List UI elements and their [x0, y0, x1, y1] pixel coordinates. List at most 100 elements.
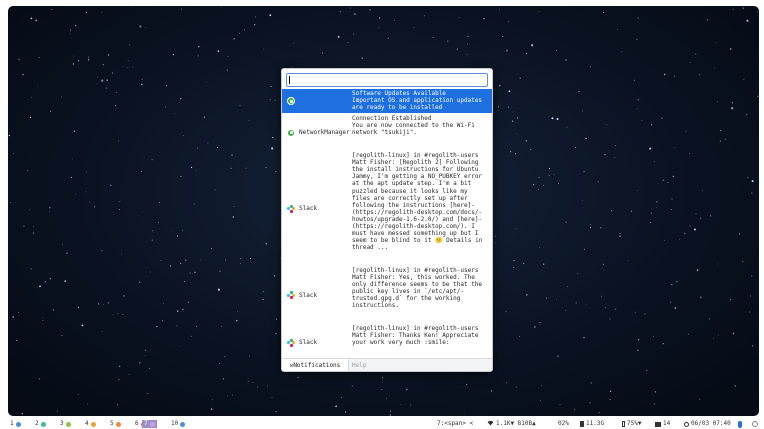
notification-message: [regolith-linux] in #regolith-users Matt …	[352, 267, 490, 309]
notification-line: only difference seems to be that the	[352, 281, 483, 289]
battery-value: 75%▼	[627, 420, 642, 427]
notification-app-name: Slack	[299, 339, 318, 347]
notification-line: [regolith-linux] in #regolith-users	[352, 152, 479, 160]
notification-line: [regolith-linux] in #regolith-users	[352, 325, 479, 333]
workspace-dot-icon	[90, 421, 96, 427]
memory-icon	[580, 421, 584, 427]
workspace-dot-icon	[180, 421, 186, 427]
notification-line: Jammy, I'm getting a NO_PUBKEY error	[352, 173, 483, 181]
notification-item[interactable]: Slack [regolith-linux] in #regolith-users…	[282, 151, 492, 266]
notification-line: Matt Fisher: Thanks Ken! Appreciate	[352, 332, 479, 340]
notification-count[interactable]: 14	[655, 420, 670, 428]
workspace-label: 3	[60, 420, 64, 427]
notification-line: (https://regolith-desktop.com/). I	[352, 222, 475, 230]
workspace-label: 2	[35, 420, 39, 427]
notification-line: Connection Established	[352, 115, 432, 123]
workspace-10[interactable]: 10	[171, 420, 186, 428]
workspace-7[interactable]: 7	[142, 420, 157, 428]
notification-line: You are now connected to the Wi-Fi	[352, 122, 475, 130]
notification-app-name: Slack	[299, 291, 318, 299]
workspace-label: 7	[144, 420, 148, 427]
clock-icon	[684, 421, 689, 427]
network-status: 1.1K▼ 810B▲	[487, 420, 536, 428]
notification-line: instructions.	[352, 302, 399, 310]
status-bar: 1 2 3 4 5 6 7 10 7:<span> < 1.1K▼ 810B▲ 02% 11.…	[0, 419, 764, 429]
desktop-wallpaper: Software Updates Available Important OS a…	[8, 6, 759, 416]
window-title: 7:<span> <	[437, 420, 474, 427]
notification-line: network "tsukiji".	[352, 129, 418, 137]
notification-item[interactable]: Slack [regolith-linux] in #regolith-users…	[282, 324, 492, 353]
workspace-dot-icon	[40, 421, 46, 427]
notification-app: Slack	[287, 204, 318, 213]
notification-line: Matt Fisher: [Regolith 2] Following	[352, 159, 479, 167]
workspace-dot-icon	[65, 421, 71, 427]
notification-line: are ready to be installed	[352, 104, 443, 112]
battery-icon	[622, 421, 625, 427]
notification-app: Slack	[287, 338, 318, 347]
launcher-tabs: ✉Notifications Help	[282, 358, 492, 371]
notification-line: Matt Fisher: Yes, this worked. The	[352, 274, 475, 282]
workspace-5[interactable]: 5	[110, 420, 121, 428]
bluetooth-icon[interactable]	[738, 420, 742, 428]
notification-line: thread ...	[352, 243, 389, 251]
battery-status: 75%▼	[622, 420, 641, 428]
workspace-dot-icon	[149, 421, 155, 427]
tab-notifications[interactable]: ✉Notifications	[282, 359, 349, 371]
notification-line: at the apt update step. I'm a bit	[352, 180, 472, 188]
power-icon[interactable]	[752, 421, 758, 427]
workspace-label: 6	[135, 420, 139, 427]
workspace-dot-icon	[115, 421, 121, 427]
workspace-4[interactable]: 4	[85, 420, 96, 428]
datetime: 06/03 07:40	[691, 420, 731, 427]
workspace-label: 1	[10, 420, 14, 427]
notification-line: following the instructions [here]-	[352, 201, 475, 209]
notification-line: files are correctly set up after	[352, 194, 468, 202]
notification-message: Connection Established You are now connec…	[352, 115, 490, 136]
notification-line: (https://regolith-desktop.com/docs/-	[352, 208, 483, 216]
notification-line: the install instructions for Ubuntu	[352, 166, 479, 174]
notification-message: [regolith-linux] in #regolith-users Matt …	[352, 325, 490, 346]
notification-app: NetworkManager	[287, 128, 350, 137]
notification-line: seem to be blind to it 😕 Details in	[352, 236, 483, 244]
notification-item[interactable]: NetworkManager Connection Established You …	[282, 114, 492, 151]
workspace-label: 4	[85, 420, 89, 427]
tab-help[interactable]: Help	[352, 359, 366, 371]
notification-app: Slack	[287, 291, 318, 300]
slack-icon	[287, 204, 295, 213]
network-rate: 1.1K▼ 810B▲	[496, 420, 536, 427]
text-caret	[289, 76, 290, 84]
network-manager-icon	[287, 97, 295, 106]
notification-line: public key lives in `/etc/apt/-	[352, 288, 464, 296]
slack-icon	[287, 338, 295, 347]
workspace-dot-icon	[15, 421, 21, 427]
workspace-1[interactable]: 1	[10, 420, 21, 428]
notification-line: howtos/upgrade-1.6-2.0/) and [here]-	[352, 215, 483, 223]
notification-line: trusted.gpg.d` for the working	[352, 295, 461, 303]
notification-item[interactable]: Slack [regolith-linux] in #regolith-users…	[282, 266, 492, 324]
workspace-label: 10	[171, 420, 179, 427]
memory-status: 11.3G	[580, 420, 604, 428]
notification-line: puzzled because it looks like my	[352, 187, 468, 195]
notification-line: must have messed something up but I	[352, 229, 479, 237]
notification-message: Software Updates Available Important OS a…	[352, 90, 490, 111]
notification-line: your work very much :smile:	[352, 339, 450, 347]
notification-count-value: 14	[663, 420, 671, 427]
memory-value: 11.3G	[586, 420, 605, 427]
wifi-icon	[487, 420, 494, 429]
notification-line: Important OS and application updates	[352, 97, 483, 105]
workspace-label: 5	[110, 420, 114, 427]
clock: 06/03 07:40	[684, 420, 731, 428]
notification-list: Software Updates Available Important OS a…	[282, 89, 492, 353]
message-icon	[655, 421, 661, 427]
notification-message: [regolith-linux] in #regolith-users Matt …	[352, 152, 490, 251]
notification-line: Software Updates Available	[352, 90, 446, 97]
network-manager-icon	[287, 128, 295, 137]
workspace-2[interactable]: 2	[35, 420, 46, 428]
workspace-3[interactable]: 3	[60, 420, 71, 428]
search-input[interactable]	[286, 73, 488, 87]
notification-line: [regolith-linux] in #regolith-users	[352, 267, 479, 274]
notification-launcher: Software Updates Available Important OS a…	[281, 68, 493, 372]
notification-app-name: Slack	[299, 205, 318, 213]
notification-item[interactable]: Software Updates Available Important OS a…	[282, 89, 492, 114]
tray	[738, 420, 758, 428]
